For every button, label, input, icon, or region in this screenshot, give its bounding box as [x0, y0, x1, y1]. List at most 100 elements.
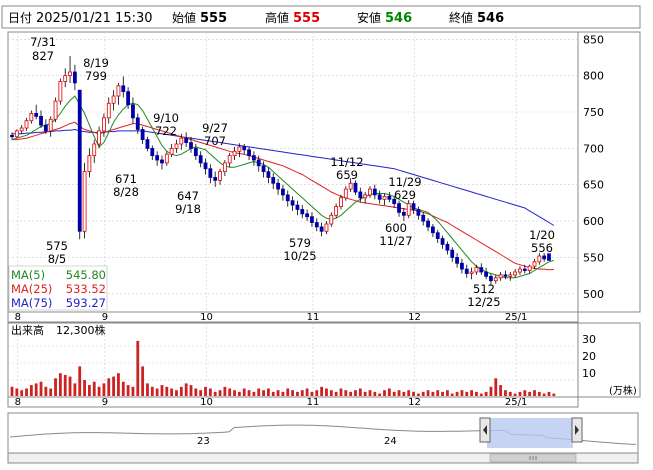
month-tick-label: 12: [408, 312, 421, 323]
candle-down: [256, 159, 261, 167]
annotation-bottom: 629: [394, 188, 416, 202]
volume-bar: [547, 391, 551, 396]
navigator-right-handle[interactable]: [571, 417, 583, 443]
volume-bar: [237, 391, 241, 396]
annotation-bottom: 722: [155, 124, 177, 138]
candle-up: [498, 274, 503, 279]
volume-panel: 出来高 12,300株 30 20 10 (万株): [7, 322, 641, 398]
volume-bar: [29, 385, 33, 396]
candle-down: [145, 139, 150, 149]
volume-bar: [179, 386, 183, 396]
price-tick-label: 500: [583, 288, 604, 301]
volume-bar: [218, 390, 222, 396]
candle-down: [160, 159, 164, 164]
volume-bar: [160, 385, 164, 396]
volume-bar: [97, 386, 101, 396]
candle-down: [198, 155, 203, 164]
candle-up: [97, 130, 101, 145]
candle-down: [479, 267, 484, 273]
low-label: 安値: [357, 10, 381, 25]
candle-down: [290, 200, 295, 206]
candle-down: [421, 214, 426, 222]
volume-bar: [320, 386, 324, 396]
candle-up: [53, 100, 58, 120]
annotation-top: 9/27: [202, 121, 228, 135]
annotation-top: 7/31: [30, 35, 56, 49]
volume-bar: [131, 386, 135, 396]
volume-bar: [271, 391, 275, 396]
candle-down: [455, 257, 459, 264]
candle-down: [193, 147, 198, 157]
candle-down: [445, 243, 450, 251]
candle-down: [281, 188, 285, 196]
candle-down: [401, 211, 406, 216]
volume-bar: [416, 393, 420, 396]
candle-down: [189, 142, 193, 149]
annotation-top: 600: [385, 221, 407, 235]
candle-down: [314, 222, 319, 228]
navigator-selection[interactable]: [487, 418, 573, 448]
candle-down: [135, 117, 140, 130]
candle-up: [368, 188, 372, 196]
candle-up: [116, 85, 121, 97]
candle-down: [387, 195, 392, 200]
candle-down: [208, 168, 213, 178]
candle-down: [150, 147, 155, 157]
candle-up: [174, 143, 179, 149]
navigator-left-handle[interactable]: [479, 417, 491, 443]
volume-bar: [20, 390, 24, 396]
annotation-bottom: 556: [531, 241, 553, 255]
volume-bar: [518, 391, 522, 396]
volume-bar: [528, 391, 532, 396]
volume-bar: [73, 383, 77, 396]
candle-up: [68, 71, 72, 77]
candle-up: [469, 271, 474, 274]
candle-down: [522, 268, 527, 271]
candle-up: [92, 143, 97, 157]
volume-bar: [363, 391, 367, 396]
volume-bar: [460, 390, 464, 396]
volume-bar: [378, 393, 382, 396]
candle-down: [460, 262, 464, 270]
volume-bar: [426, 390, 430, 396]
volume-bar: [358, 388, 362, 396]
candle-down: [131, 104, 135, 119]
volume-bar: [242, 388, 246, 396]
volume-bar: [223, 386, 227, 396]
annotation-top: 9/10: [153, 111, 179, 125]
volume-bar: [63, 374, 67, 396]
candle-down: [271, 177, 276, 184]
volume-bar: [281, 391, 285, 396]
volume-bar: [208, 388, 212, 396]
volume-bar: [291, 390, 294, 396]
volume-bar: [475, 391, 478, 396]
candle-up: [493, 277, 498, 282]
volume-bar: [305, 388, 309, 396]
annotation-bottom: 11/27: [379, 234, 412, 248]
annotation-top: 671: [115, 172, 137, 186]
candle-down: [503, 274, 508, 277]
volume-bar: [296, 391, 299, 396]
candle-up: [537, 255, 542, 263]
volume-bar: [344, 390, 348, 396]
volume-bar: [407, 390, 411, 396]
navigator[interactable]: 23 24: [7, 412, 639, 464]
volume-bar: [150, 386, 154, 396]
navigator-label-23: 23: [197, 436, 210, 447]
volume-bar: [513, 393, 517, 396]
candle-up: [19, 127, 24, 132]
candle-down: [372, 188, 377, 196]
candle-down: [542, 255, 547, 260]
candle-down: [305, 213, 310, 218]
close-value: 546: [477, 11, 504, 26]
price-tick-label: 750: [583, 106, 604, 119]
volume-bar: [39, 381, 43, 396]
candle-down: [72, 71, 77, 84]
volume-bar: [470, 390, 473, 396]
volume-bar: [136, 340, 140, 396]
volume-bar: [199, 390, 203, 396]
annotation-bottom: 799: [85, 69, 107, 83]
candle-down: [34, 113, 39, 117]
candle-up: [82, 171, 87, 232]
candle-down: [377, 194, 382, 200]
